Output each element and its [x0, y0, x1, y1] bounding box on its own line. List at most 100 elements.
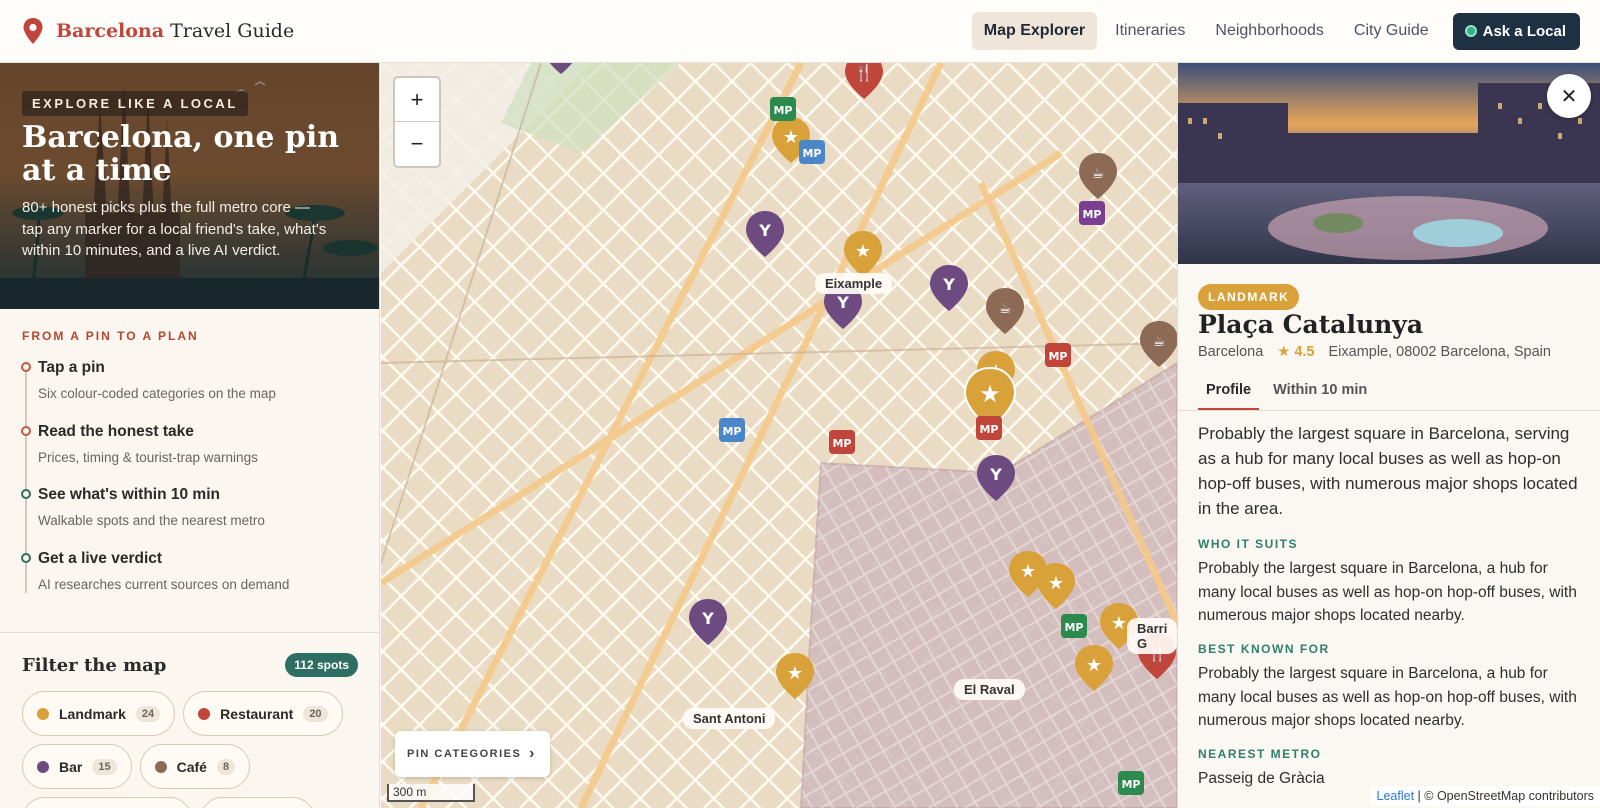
svg-text:Y: Y: [758, 221, 771, 240]
place-city: Barcelona: [1198, 344, 1264, 360]
filter-chip-cafe[interactable]: Café 8: [139, 744, 251, 789]
filter-section: Filter the map 112 spots Landmark 24 Res…: [0, 632, 379, 808]
online-dot-icon: [1464, 25, 1477, 37]
filter-chip-landmark[interactable]: Landmark 24: [22, 691, 176, 736]
hero-badge: EXPLORE LIKE A LOCAL: [22, 91, 248, 116]
best-known-for-body: Probably the largest square in Barcelona…: [1198, 665, 1577, 729]
pin-categories-button[interactable]: PIN CATEGORIES ›: [395, 731, 550, 777]
place-description: Probably the largest square in Barcelona…: [1198, 424, 1578, 518]
filter-chip-more[interactable]: [200, 797, 315, 808]
ask-a-local-label: Ask a Local: [1482, 22, 1566, 40]
brand-rest: Travel Guide: [170, 20, 295, 42]
svg-text:★: ★: [1020, 561, 1036, 582]
detail-panel: ✕ LANDMARK Plaça Catalunya Barcelona ★ 4…: [1177, 63, 1600, 808]
map-label-barri-gotic: Barri G: [1127, 618, 1177, 654]
zoom-out-button[interactable]: −: [395, 122, 439, 166]
zoom-in-button[interactable]: +: [395, 78, 439, 122]
osm-attribution[interactable]: © OpenStreetMap contributors: [1424, 789, 1594, 803]
filter-title: Filter the map: [22, 654, 167, 676]
leaflet-link[interactable]: Leaflet: [1377, 789, 1415, 803]
step-bullet: [21, 362, 31, 372]
map-view[interactable]: ★★★ ★★★ ★★ ★ YYY YY ☕☕☕: [381, 63, 1177, 808]
bar-dot-icon: [37, 760, 49, 773]
ask-a-local-button[interactable]: Ask a Local: [1452, 12, 1580, 50]
filter-chip-restaurant[interactable]: Restaurant 20: [183, 691, 343, 736]
step-title: See what's within 10 min: [38, 486, 220, 503]
svg-text:★: ★: [787, 663, 803, 684]
brand[interactable]: Barcelona Travel Guide: [22, 17, 294, 45]
who-it-suits-body: Probably the largest square in Barcelona…: [1198, 560, 1577, 624]
svg-text:Y: Y: [701, 609, 714, 628]
map-label-eixample: Eixample: [815, 273, 893, 294]
map-label-el-raval: El Raval: [954, 679, 1025, 700]
svg-text:☕: ☕: [999, 301, 1012, 317]
close-icon[interactable]: ✕: [1547, 74, 1591, 118]
svg-text:MP: MP: [1048, 350, 1067, 363]
tab-profile[interactable]: Profile: [1198, 369, 1260, 410]
svg-text:★: ★: [855, 241, 871, 262]
main-nav: Map Explorer Itineraries Neighborhoods C…: [971, 12, 1580, 50]
tab-within-10-min[interactable]: Within 10 min: [1265, 369, 1375, 410]
cafe-pin-icon[interactable]: [986, 153, 1177, 367]
svg-text:MP: MP: [1064, 621, 1083, 634]
nav-itineraries[interactable]: Itineraries: [1103, 12, 1197, 50]
step-bullet: [21, 489, 31, 499]
step-title: Read the honest take: [38, 422, 194, 440]
chip-count: 8: [216, 758, 236, 775]
steps-list: Tap a pin Six colour-coded categories on…: [21, 359, 379, 614]
brand-title: Barcelona Travel Guide: [56, 20, 294, 42]
step-item: Tap a pin Six colour-coded categories on…: [21, 359, 379, 423]
chip-label: Landmark: [59, 705, 126, 722]
svg-text:MP: MP: [979, 423, 998, 436]
place-photo: ✕: [1178, 63, 1600, 264]
map-scale: 300 m: [387, 784, 475, 802]
location-pin-icon: [23, 18, 43, 44]
step-desc: Prices, timing & tourist-trap warnings: [38, 449, 258, 465]
place-title: Plaça Catalunya: [1198, 310, 1424, 339]
svg-text:★: ★: [979, 380, 1001, 408]
svg-text:MP: MP: [832, 437, 851, 450]
zoom-control: + −: [393, 76, 441, 168]
category-badge: LANDMARK: [1198, 284, 1300, 310]
svg-text:☕: ☕: [1153, 334, 1166, 350]
svg-text:MP: MP: [773, 104, 792, 117]
chip-count: 20: [303, 705, 328, 722]
hero-title: Barcelona, one pin at a time: [22, 120, 340, 188]
svg-text:☕: ☕: [1092, 166, 1105, 182]
step-title: Tap a pin: [38, 359, 105, 376]
chip-label: Restaurant: [220, 705, 294, 722]
step-title: Get a live verdict: [38, 549, 163, 567]
filter-header: Filter the map 112 spots: [22, 653, 358, 677]
place-address: Eixample, 08002 Barcelona, Spain: [1328, 344, 1551, 360]
step-item: Get a live verdict AI researches current…: [21, 549, 379, 614]
chevron-right-icon: ›: [529, 745, 536, 762]
place-meta: Barcelona ★ 4.5 Eixample, 08002 Barcelon…: [1198, 344, 1551, 360]
steps-heading: FROM A PIN TO A PLAN: [22, 329, 199, 343]
landmark-dot-icon: [37, 707, 49, 720]
restaurant-dot-icon: [198, 707, 211, 720]
step-desc: AI researches current sources on demand: [38, 576, 290, 592]
step-desc: Walkable spots and the nearest metro: [38, 513, 265, 528]
filter-chips: Landmark 24 Restaurant 20 Bar 15 Café 8: [22, 691, 362, 808]
best-known-for-heading: BEST KNOWN FOR: [1198, 642, 1330, 656]
svg-text:Y: Y: [836, 293, 849, 312]
step-bullet: [21, 552, 31, 563]
hero-subtitle: 80+ honest picks plus the full metro cor…: [22, 199, 327, 259]
svg-text:★: ★: [1048, 573, 1064, 594]
map-label-sant-antoni: Sant Antoni: [683, 708, 776, 729]
chip-label: Café: [176, 758, 207, 775]
chip-label: Bar: [59, 758, 83, 775]
svg-text:★: ★: [783, 127, 799, 148]
svg-text:★: ★: [1086, 655, 1102, 676]
brand-accent: Barcelona: [56, 20, 165, 42]
left-panel: EXPLORE LIKE A LOCAL Barcelona, one pin …: [0, 63, 380, 808]
nav-neighborhoods[interactable]: Neighborhoods: [1203, 12, 1336, 50]
nav-city-guide[interactable]: City Guide: [1342, 12, 1441, 50]
nav-map-explorer[interactable]: Map Explorer: [971, 12, 1098, 50]
filter-chip-bar[interactable]: Bar 15: [22, 744, 132, 789]
step-desc: Six colour-coded categories on the map: [38, 386, 276, 401]
map-attribution: Leaflet | © OpenStreetMap contributors: [1370, 786, 1600, 806]
nearest-metro-section: NEAREST METRO Passeig de Gràcia: [1198, 747, 1583, 791]
filter-chip-more[interactable]: [22, 797, 192, 808]
top-bar: Barcelona Travel Guide Map Explorer Itin…: [0, 0, 1600, 63]
